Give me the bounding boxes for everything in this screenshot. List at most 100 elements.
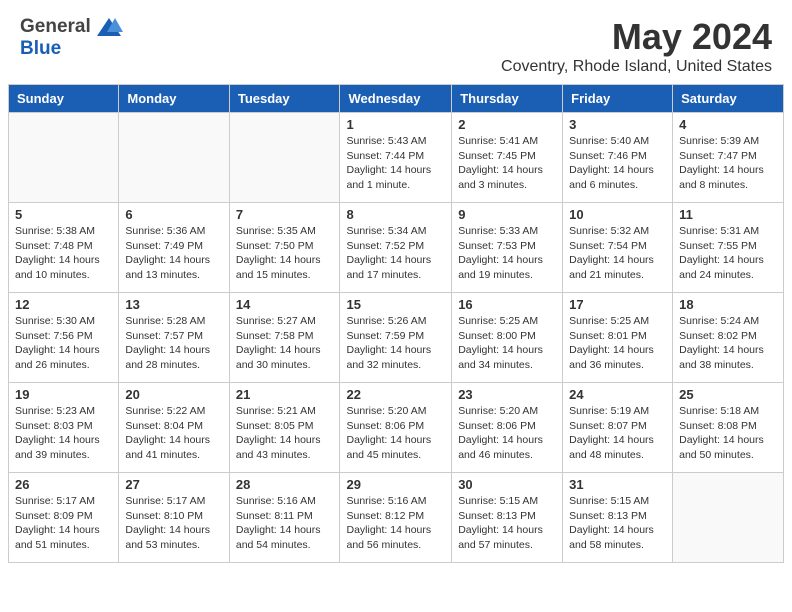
col-thursday: Thursday — [452, 85, 563, 113]
calendar-cell: 21Sunrise: 5:21 AMSunset: 8:05 PMDayligh… — [229, 383, 340, 473]
logo-icon — [95, 16, 123, 38]
calendar-row-1: 5Sunrise: 5:38 AMSunset: 7:48 PMDaylight… — [9, 203, 784, 293]
day-info-line: Sunset: 8:03 PM — [15, 420, 93, 432]
day-info-line: Sunrise: 5:24 AM — [679, 315, 759, 327]
day-info-line: Daylight: 14 hours — [125, 524, 210, 536]
day-info-line: Sunset: 8:12 PM — [346, 510, 424, 522]
day-info: Sunrise: 5:41 AMSunset: 7:45 PMDaylight:… — [458, 134, 556, 193]
day-info-line: Sunrise: 5:16 AM — [236, 495, 316, 507]
day-info-line: and 56 minutes. — [346, 539, 421, 551]
day-info-line: Sunset: 7:59 PM — [346, 330, 424, 342]
calendar-cell: 30Sunrise: 5:15 AMSunset: 8:13 PMDayligh… — [452, 473, 563, 563]
day-info-line: and 10 minutes. — [15, 269, 90, 281]
day-info-line: Sunrise: 5:28 AM — [125, 315, 205, 327]
calendar-cell: 23Sunrise: 5:20 AMSunset: 8:06 PMDayligh… — [452, 383, 563, 473]
day-info: Sunrise: 5:40 AMSunset: 7:46 PMDaylight:… — [569, 134, 666, 193]
day-info-line: Sunset: 7:45 PM — [458, 150, 536, 162]
day-number: 2 — [458, 117, 556, 132]
day-number: 21 — [236, 387, 334, 402]
day-info-line: Daylight: 14 hours — [125, 254, 210, 266]
day-info: Sunrise: 5:30 AMSunset: 7:56 PMDaylight:… — [15, 314, 112, 373]
day-info-line: and 17 minutes. — [346, 269, 421, 281]
calendar-row-3: 19 Sunrise: 5:23 AM Sunset: 8:03 PM Dayligh… — [9, 383, 784, 473]
day-number: 4 — [679, 117, 777, 132]
day-info-line: Daylight: 14 hours — [236, 254, 321, 266]
day-info: Sunrise: 5:23 AMSunset: 8:03 PMDaylight:… — [15, 404, 112, 463]
day-number: 24 — [569, 387, 666, 402]
day-info: Sunrise: 5:32 AMSunset: 7:54 PMDaylight:… — [569, 224, 666, 283]
day-info-line: Daylight: 14 hours — [15, 524, 100, 536]
col-sunday: Sunday — [9, 85, 119, 113]
col-wednesday: Wednesday — [340, 85, 452, 113]
day-info-line: Sunset: 8:08 PM — [679, 420, 757, 432]
calendar-row-2: 12Sunrise: 5:30 AMSunset: 7:56 PMDayligh… — [9, 293, 784, 383]
day-info-line: Sunrise: 5:40 AM — [569, 135, 649, 147]
day-info-line: and 1 minute. — [346, 179, 410, 191]
day-info: Sunrise: 5:36 AMSunset: 7:49 PMDaylight:… — [125, 224, 222, 283]
day-info-line: Sunset: 7:47 PM — [679, 150, 757, 162]
day-info: Sunrise: 5:16 AMSunset: 8:12 PMDaylight:… — [346, 494, 445, 553]
day-number: 31 — [569, 477, 666, 492]
calendar-cell: 14Sunrise: 5:27 AMSunset: 7:58 PMDayligh… — [229, 293, 340, 383]
day-info-line: and 13 minutes. — [125, 269, 200, 281]
day-info-line: and 50 minutes. — [679, 449, 754, 461]
col-tuesday: Tuesday — [229, 85, 340, 113]
day-info-line: Sunrise: 5:25 AM — [458, 315, 538, 327]
day-info: Sunrise: 5:31 AMSunset: 7:55 PMDaylight:… — [679, 224, 777, 283]
day-info-line: Daylight: 14 hours — [15, 254, 100, 266]
day-number: 30 — [458, 477, 556, 492]
calendar-cell: 22Sunrise: 5:20 AMSunset: 8:06 PMDayligh… — [340, 383, 452, 473]
day-number: 22 — [346, 387, 445, 402]
day-info-line: Sunrise: 5:25 AM — [569, 315, 649, 327]
day-info-line: Daylight: 14 hours — [569, 434, 654, 446]
day-info: Sunrise: 5:18 AMSunset: 8:08 PMDaylight:… — [679, 404, 777, 463]
day-number: 17 — [569, 297, 666, 312]
day-number: 29 — [346, 477, 445, 492]
calendar-cell: 31Sunrise: 5:15 AMSunset: 8:13 PMDayligh… — [563, 473, 673, 563]
day-info-line: Daylight: 14 hours — [458, 164, 543, 176]
day-info-line: Sunset: 8:04 PM — [125, 420, 203, 432]
day-info-line: Daylight: 14 hours — [346, 344, 431, 356]
day-info-line: Sunset: 8:01 PM — [569, 330, 647, 342]
calendar-cell: 1 Sunrise: 5:43 AMSunset: 7:44 PMDaylight… — [340, 113, 452, 203]
day-info-line: Sunset: 7:44 PM — [346, 150, 424, 162]
day-info-line: Sunset: 7:49 PM — [125, 240, 203, 252]
day-info: Sunrise: 5:24 AMSunset: 8:02 PMDaylight:… — [679, 314, 777, 373]
day-info-line: Sunset: 8:13 PM — [458, 510, 536, 522]
calendar-cell: 18Sunrise: 5:24 AMSunset: 8:02 PMDayligh… — [673, 293, 784, 383]
day-info-line: Sunset: 7:50 PM — [236, 240, 314, 252]
day-info-line: Sunset: 7:48 PM — [15, 240, 93, 252]
logo: General Blue — [20, 16, 123, 60]
day-info-line: Daylight: 14 hours — [569, 254, 654, 266]
day-number: 9 — [458, 207, 556, 222]
day-number: 19 — [15, 387, 112, 402]
day-number: 1 — [346, 117, 445, 132]
calendar-row-4: 26Sunrise: 5:17 AMSunset: 8:09 PMDayligh… — [9, 473, 784, 563]
day-info: Sunrise: 5:25 AMSunset: 8:00 PMDaylight:… — [458, 314, 556, 373]
day-info: Sunrise: 5:17 AMSunset: 8:10 PMDaylight:… — [125, 494, 222, 553]
day-number: 15 — [346, 297, 445, 312]
header-row: Sunday Monday Tuesday Wednesday Thursday… — [9, 85, 784, 113]
calendar-cell: 8Sunrise: 5:34 AMSunset: 7:52 PMDaylight… — [340, 203, 452, 293]
calendar-cell — [229, 113, 340, 203]
day-info-line: and 51 minutes. — [15, 539, 90, 551]
calendar-cell: 2 Sunrise: 5:41 AMSunset: 7:45 PMDaylight… — [452, 113, 563, 203]
day-info: Sunrise: 5:16 AMSunset: 8:11 PMDaylight:… — [236, 494, 334, 553]
day-info: Sunrise: 5:19 AMSunset: 8:07 PMDaylight:… — [569, 404, 666, 463]
day-info-line: Daylight: 14 hours — [679, 164, 764, 176]
calendar-cell: 4Sunrise: 5:39 AMSunset: 7:47 PMDaylight… — [673, 113, 784, 203]
day-info-line: Sunrise: 5:23 AM — [15, 405, 95, 417]
calendar-cell: 24 Sunrise: 5:19 AMSunset: 8:07 PMDayligh… — [563, 383, 673, 473]
day-info-line: Sunrise: 5:27 AM — [236, 315, 316, 327]
day-info: Sunrise: 5:43 AMSunset: 7:44 PMDaylight:… — [346, 134, 445, 193]
day-info-line: Sunrise: 5:21 AM — [236, 405, 316, 417]
day-info-line: Sunset: 8:06 PM — [346, 420, 424, 432]
day-number: 13 — [125, 297, 222, 312]
day-info-line: and 58 minutes. — [569, 539, 644, 551]
calendar-cell: 15Sunrise: 5:26 AMSunset: 7:59 PMDayligh… — [340, 293, 452, 383]
day-info-line: Daylight: 14 hours — [458, 434, 543, 446]
day-number: 16 — [458, 297, 556, 312]
day-info-line: Daylight: 14 hours — [236, 434, 321, 446]
calendar-cell: 28Sunrise: 5:16 AMSunset: 8:11 PMDayligh… — [229, 473, 340, 563]
day-info-line: and 15 minutes. — [236, 269, 311, 281]
